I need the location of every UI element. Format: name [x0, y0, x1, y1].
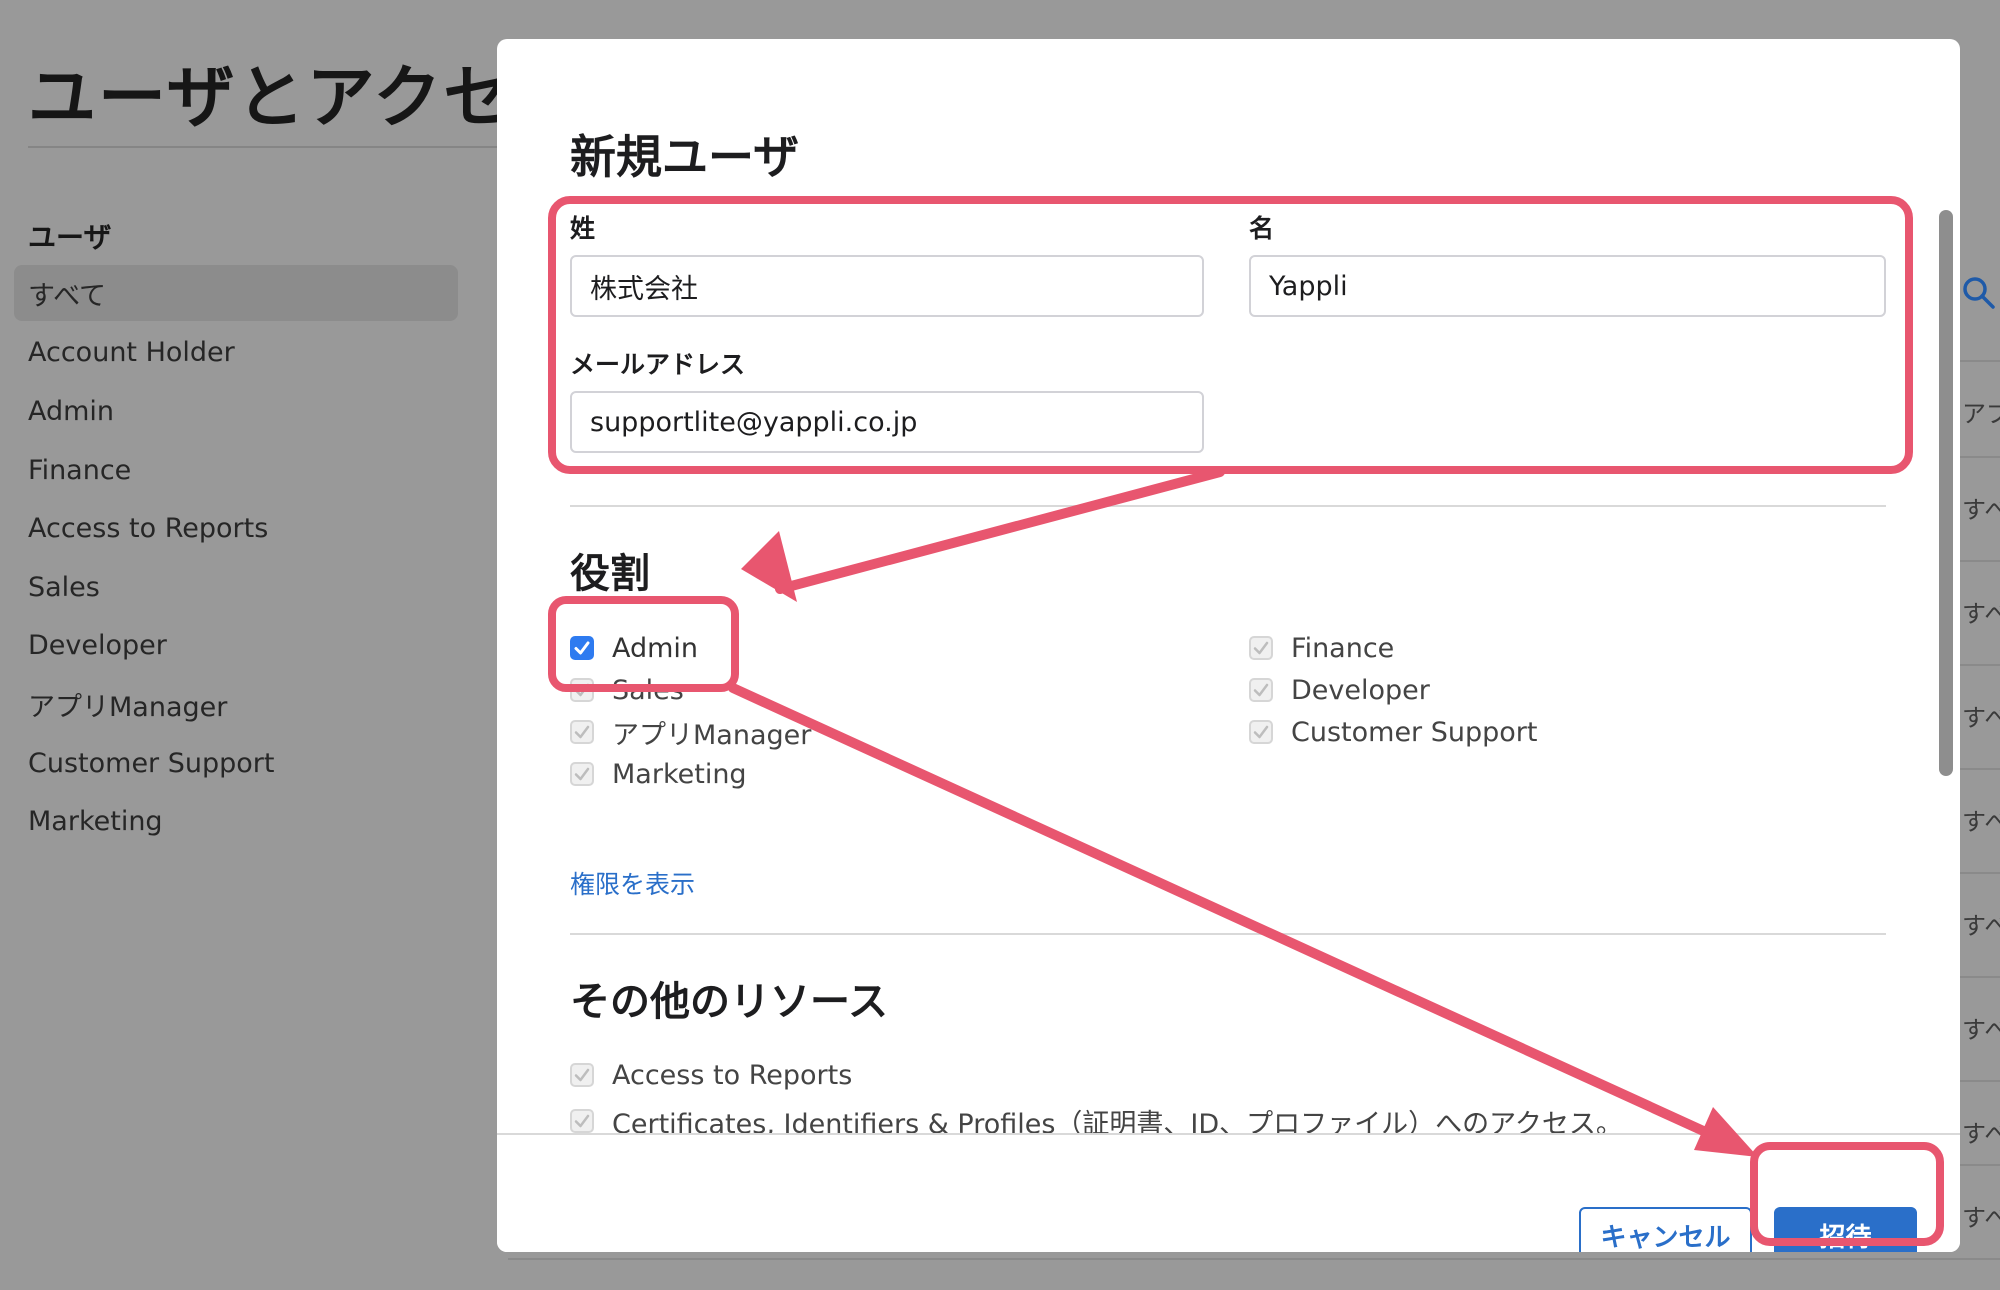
sidebar-item-developer[interactable]: Developer: [14, 617, 458, 676]
roles-heading: 役割: [570, 551, 650, 597]
table-cell: すべ: [1962, 600, 2000, 628]
table-row: すべ: [1960, 1164, 2000, 1268]
role-label: Developer: [1291, 674, 1430, 706]
sidebar-item-all[interactable]: すべて: [14, 265, 458, 321]
other-resources-heading: その他のリソース: [570, 979, 888, 1025]
first-name-label: 名: [1249, 214, 1275, 243]
page-title: ユーザとアクセ: [28, 59, 514, 138]
sidebar-item-app-manager[interactable]: アプリManager: [14, 675, 458, 734]
checkbox-disabled-icon[interactable]: [1249, 678, 1273, 702]
role-checkbox-marketing[interactable]: Marketing: [570, 754, 747, 794]
sidebar-role-list: すべて Account Holder Admin Finance Access …: [14, 265, 458, 851]
checkbox-disabled-icon[interactable]: [570, 762, 594, 786]
sidebar-heading: ユーザ: [28, 221, 112, 254]
view-permissions-link[interactable]: 権限を表示: [570, 865, 695, 901]
resource-label: Certificates, Identifiers & Profiles（証明書…: [612, 1108, 1623, 1134]
table-row: アプリ: [1960, 360, 2000, 464]
resource-label: Access to Reports: [612, 1059, 853, 1091]
table-cell: すべ: [1962, 912, 2000, 940]
resource-checkbox-access-to-reports[interactable]: Access to Reports: [570, 1055, 852, 1095]
role-label: アプリManager: [612, 719, 812, 751]
title-divider: [28, 146, 498, 148]
table-cell: すべ: [1962, 808, 2000, 836]
dialog-footer: キャンセル 招待: [497, 1133, 1960, 1252]
background-user-table: アプリ すべ すべ すべ すべ すべ すべ すべ すべ: [1960, 220, 2000, 1260]
role-label: Admin: [612, 632, 699, 664]
table-cell: アプリ: [1962, 400, 2000, 428]
role-label: Customer Support: [1291, 716, 1538, 748]
search-icon[interactable]: [1960, 274, 1996, 310]
invite-button[interactable]: 招待: [1774, 1207, 1917, 1252]
sidebar-item-sales[interactable]: Sales: [14, 558, 458, 617]
first-name-field[interactable]: [1249, 255, 1886, 317]
table-cell: すべ: [1962, 1016, 2000, 1044]
resource-checkbox-certificates[interactable]: Certificates, Identifiers & Profiles（証明書…: [570, 1101, 1623, 1133]
table-cell: すべ: [1962, 1204, 2000, 1232]
checkbox-disabled-icon[interactable]: [570, 678, 594, 702]
role-checkbox-admin[interactable]: Admin: [570, 628, 698, 668]
table-row: すべ: [1960, 456, 2000, 560]
sidebar-item-customer-support[interactable]: Customer Support: [14, 734, 458, 793]
table-row: すべ: [1960, 872, 2000, 976]
role-label: Finance: [1291, 632, 1395, 664]
sidebar-item-account-holder[interactable]: Account Holder: [14, 324, 458, 383]
section-divider: [570, 933, 1886, 935]
dialog-title: 新規ユーザ: [570, 130, 800, 184]
dialog-scroll-area[interactable]: 新規ユーザ 姓 名 メールアドレス 役割 Admin Sales アプリMana…: [497, 39, 1960, 1133]
role-checkbox-developer[interactable]: Developer: [1249, 670, 1430, 710]
table-row: すべ: [1960, 768, 2000, 872]
checkbox-disabled-icon[interactable]: [1249, 636, 1273, 660]
role-label: Marketing: [612, 758, 747, 790]
checkbox-disabled-icon[interactable]: [570, 1109, 594, 1133]
role-checkbox-sales[interactable]: Sales: [570, 670, 684, 710]
role-checkbox-customer-support[interactable]: Customer Support: [1249, 712, 1537, 752]
last-name-label: 姓: [570, 214, 596, 243]
checkbox-checked-icon[interactable]: [570, 636, 594, 660]
sidebar-item-marketing[interactable]: Marketing: [14, 792, 458, 851]
table-row: すべ: [1960, 560, 2000, 664]
scrollbar[interactable]: [1939, 210, 1953, 776]
sidebar-item-admin[interactable]: Admin: [14, 382, 458, 441]
last-name-field[interactable]: [570, 255, 1204, 317]
checkbox-disabled-icon[interactable]: [570, 1063, 594, 1087]
sidebar-item-access-to-reports[interactable]: Access to Reports: [14, 499, 458, 558]
new-user-dialog: 新規ユーザ 姓 名 メールアドレス 役割 Admin Sales アプリMana…: [497, 39, 1960, 1252]
role-checkbox-app-manager[interactable]: アプリManager: [570, 712, 811, 752]
checkbox-disabled-icon[interactable]: [1249, 720, 1273, 744]
section-divider: [570, 505, 1886, 507]
role-label: Sales: [612, 674, 684, 706]
table-bottom-divider: [508, 1258, 2000, 1260]
email-field[interactable]: [570, 391, 1204, 453]
cancel-button[interactable]: キャンセル: [1579, 1207, 1752, 1252]
table-row: すべ: [1960, 664, 2000, 768]
table-cell: すべ: [1962, 704, 2000, 732]
table-cell: すべ: [1962, 1120, 2000, 1148]
table-cell: すべ: [1962, 496, 2000, 524]
role-checkbox-finance[interactable]: Finance: [1249, 628, 1394, 668]
email-label: メールアドレス: [570, 350, 746, 379]
table-row: すべ: [1960, 976, 2000, 1080]
sidebar-item-finance[interactable]: Finance: [14, 441, 458, 500]
checkbox-disabled-icon[interactable]: [570, 720, 594, 744]
